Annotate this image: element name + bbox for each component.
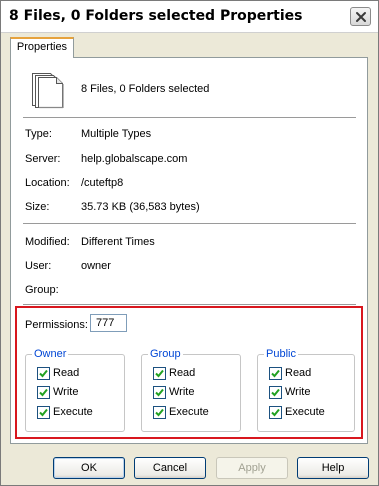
checkbox-label[interactable]: Execute [53, 406, 93, 419]
checkbox-box[interactable] [269, 386, 282, 399]
window-title: 8 Files, 0 Folders selected Properties [9, 8, 303, 24]
checkbox-box[interactable] [37, 406, 50, 419]
group-group: Group Read Write Execute [141, 348, 241, 432]
checkmark-icon [155, 408, 164, 417]
server-label: Server: [25, 153, 61, 165]
checkbox-box[interactable] [269, 367, 282, 380]
multiple-files-icon [32, 73, 64, 109]
separator [23, 117, 356, 118]
checkbox-box[interactable] [37, 386, 50, 399]
public-group-title: Public [264, 348, 298, 360]
tab-properties[interactable]: Properties [10, 37, 74, 58]
properties-dialog: 8 Files, 0 Folders selected Properties P… [0, 0, 379, 486]
group-group-title: Group [148, 348, 183, 360]
separator [23, 223, 356, 224]
checkmark-icon [271, 408, 280, 417]
checkmark-icon [39, 408, 48, 417]
type-value: Multiple Types [81, 128, 152, 140]
checkbox-label[interactable]: Execute [169, 406, 209, 419]
user-label: User: [25, 260, 52, 272]
checkbox-box[interactable] [269, 406, 282, 419]
checkbox-label[interactable]: Execute [285, 406, 325, 419]
checkmark-icon [39, 369, 48, 378]
user-value: owner [81, 260, 111, 272]
server-value: help.globalscape.com [81, 153, 188, 165]
checkmark-icon [155, 369, 164, 378]
checkbox-label[interactable]: Write [53, 386, 78, 399]
title-bar[interactable]: 8 Files, 0 Folders selected Properties [1, 1, 378, 33]
checkbox-label[interactable]: Read [285, 367, 311, 380]
close-button[interactable] [350, 7, 371, 26]
owner-group: Owner Read Write Execute [25, 348, 125, 432]
ok-button[interactable]: OK [53, 457, 125, 479]
checkmark-icon [271, 369, 280, 378]
separator [23, 304, 356, 305]
checkmark-icon [271, 388, 280, 397]
checkbox-box[interactable] [37, 367, 50, 380]
checkbox-box[interactable] [153, 367, 166, 380]
checkbox-label[interactable]: Write [285, 386, 310, 399]
checkbox-box[interactable] [153, 386, 166, 399]
checkbox-label[interactable]: Read [53, 367, 79, 380]
cancel-button[interactable]: Cancel [134, 457, 206, 479]
modified-value: Different Times [81, 236, 155, 248]
type-label: Type: [25, 128, 52, 140]
apply-button[interactable]: Apply [216, 457, 288, 479]
permissions-label: Permissions: [25, 319, 88, 331]
selection-summary: 8 Files, 0 Folders selected [81, 83, 210, 95]
checkbox-box[interactable] [153, 406, 166, 419]
owner-group-title: Owner [32, 348, 69, 360]
checkmark-icon [155, 388, 164, 397]
help-button[interactable]: Help [297, 457, 369, 479]
checkbox-label[interactable]: Read [169, 367, 195, 380]
permissions-field[interactable] [90, 314, 127, 332]
checkbox-label[interactable]: Write [169, 386, 194, 399]
modified-label: Modified: [25, 236, 70, 248]
location-label: Location: [25, 177, 70, 189]
close-icon [356, 12, 366, 22]
size-label: Size: [25, 201, 50, 213]
location-value: /cuteftp8 [81, 177, 124, 189]
checkmark-icon [39, 388, 48, 397]
group-label: Group: [25, 284, 59, 296]
public-group: Public Read Write Execute [257, 348, 355, 432]
size-value: 35.73 KB (36,583 bytes) [81, 201, 200, 213]
